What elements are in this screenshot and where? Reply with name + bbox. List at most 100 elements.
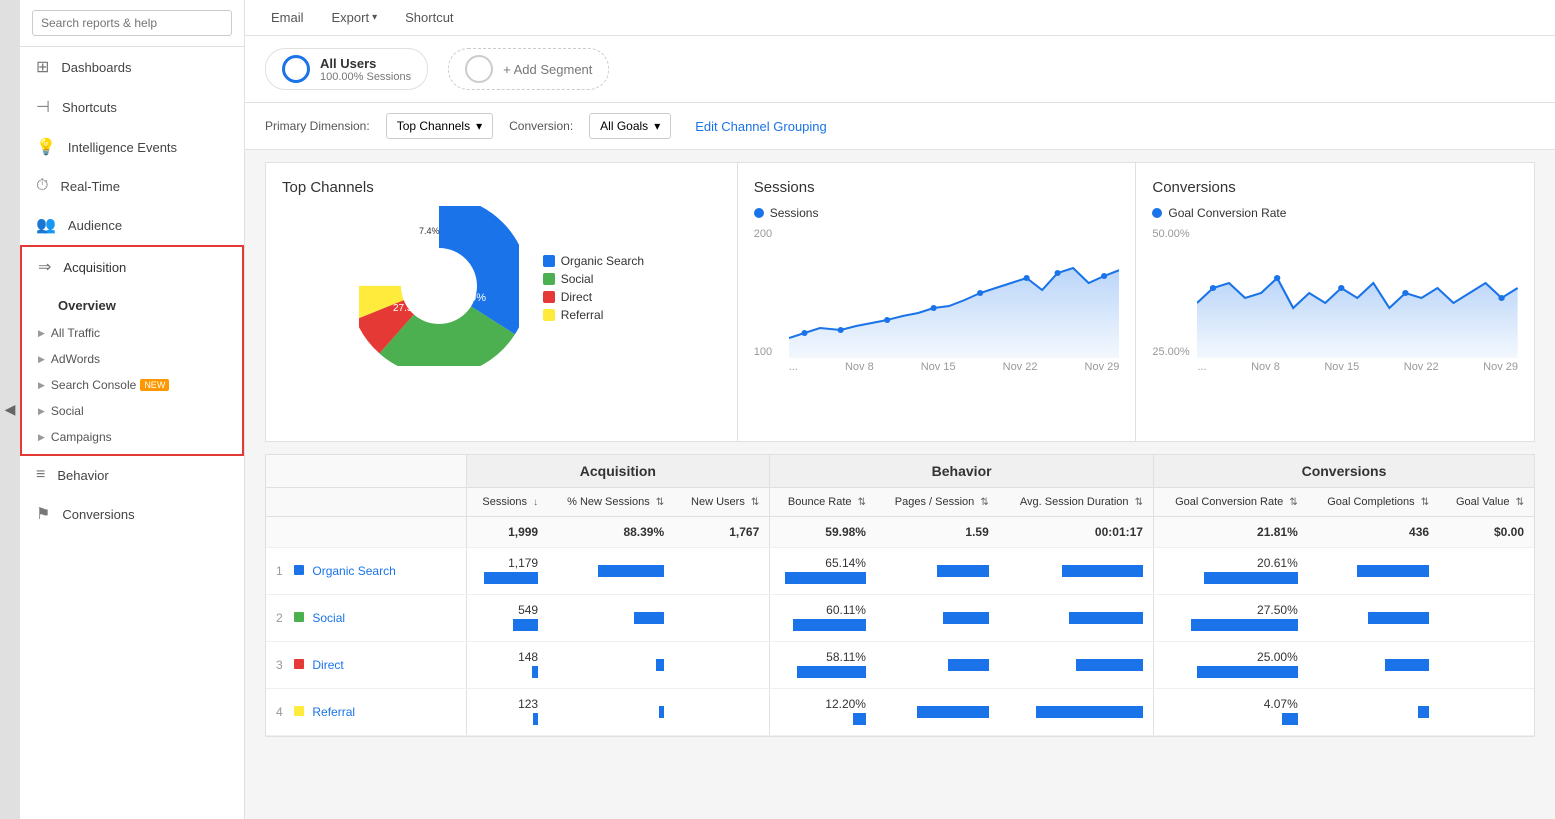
shortcut-button[interactable]: Shortcut	[399, 6, 459, 29]
sidebar-item-audience[interactable]: 👥 Audience	[20, 205, 244, 245]
legend-label-organic: Organic Search	[561, 254, 644, 268]
goal-value-val-2	[1439, 595, 1534, 642]
email-button[interactable]: Email	[265, 6, 310, 29]
sidebar-item-behavior[interactable]: ≡ Behavior	[20, 456, 244, 494]
channel-cell-4: 4 Referral	[266, 689, 466, 736]
channel-link-direct[interactable]: Direct	[312, 658, 343, 672]
sessions-header[interactable]: Sessions ↓	[466, 488, 548, 517]
goal-value-header[interactable]: Goal Value ⇅	[1439, 488, 1534, 517]
conversions-group-header: Conversions	[1153, 455, 1534, 488]
segment-info: All Users 100.00% Sessions	[320, 56, 411, 83]
sessions-val-1: 1,179	[466, 548, 548, 595]
goal-completions-header[interactable]: Goal Completions ⇅	[1308, 488, 1439, 517]
sidebar-item-intelligence[interactable]: 💡 Intelligence Events	[20, 127, 244, 167]
channel-link-social[interactable]: Social	[312, 611, 345, 625]
all-goals-dropdown[interactable]: All Goals ▾	[589, 113, 671, 139]
color-square-social	[294, 612, 304, 622]
segment-circle	[282, 55, 310, 83]
dashboards-icon: ⊞	[36, 57, 49, 77]
sidebar-item-acquisition[interactable]: ⇒ Acquisition	[22, 247, 242, 287]
conversion-label: Conversion:	[509, 119, 573, 133]
pages-session-header[interactable]: Pages / Session ⇅	[876, 488, 999, 517]
sidebar-sub-overview[interactable]: Overview	[22, 291, 242, 320]
legend-referral: Referral	[543, 308, 644, 322]
goal-conv-val-1: 20.61%	[1153, 548, 1307, 595]
search-container	[20, 0, 244, 47]
sidebar-sub-social[interactable]: ▶ Social	[22, 398, 242, 424]
table-row: 3 Direct 148 58.11%	[266, 642, 1534, 689]
intelligence-icon: 💡	[36, 137, 56, 157]
legend-social: Social	[543, 272, 644, 286]
channel-col-header	[266, 455, 466, 488]
sidebar-item-realtime[interactable]: ⏱ Real-Time	[20, 167, 244, 205]
audience-icon: 👥	[36, 215, 56, 235]
segment-sub: 100.00% Sessions	[320, 71, 411, 83]
sidebar: ⊞ Dashboards ⊣ Shortcuts 💡 Intelligence …	[20, 0, 245, 819]
sidebar-sub-searchconsole[interactable]: ▶ Search Console NEW	[22, 372, 242, 398]
color-square-direct	[294, 659, 304, 669]
dimension-bar: Primary Dimension: Top Channels ▾ Conver…	[245, 103, 1555, 150]
sessions-val-3: 148	[466, 642, 548, 689]
export-button[interactable]: Export ▾	[326, 6, 384, 29]
legend-dot-direct	[543, 291, 555, 303]
edit-channel-grouping-link[interactable]: Edit Channel Grouping	[695, 119, 827, 134]
table-row: 4 Referral 123 12.20%	[266, 689, 1534, 736]
conversions-chart-title: Conversions	[1152, 179, 1518, 196]
dropdown-arrow-icon: ▾	[654, 119, 660, 133]
triangle-icon: ▶	[38, 328, 45, 339]
goal-completions-val-1	[1308, 548, 1439, 595]
data-table-section: Acquisition Behavior Conversions Session…	[265, 454, 1535, 737]
pct-new-header[interactable]: % New Sessions ⇅	[548, 488, 674, 517]
total-pages-session: 1.59	[876, 517, 999, 548]
channel-link-organic[interactable]: Organic Search	[312, 564, 395, 578]
avg-duration-header[interactable]: Avg. Session Duration ⇅	[999, 488, 1154, 517]
sidebar-sub-adwords[interactable]: ▶ AdWords	[22, 346, 242, 372]
bounce-rate-header[interactable]: Bounce Rate ⇅	[770, 488, 876, 517]
legend-label-social: Social	[561, 272, 594, 286]
goal-value-val-1	[1439, 548, 1534, 595]
y-label-100: 100	[754, 346, 772, 358]
all-users-segment[interactable]: All Users 100.00% Sessions	[265, 48, 428, 90]
avg-duration-val-3	[999, 642, 1154, 689]
sidebar-item-conversions[interactable]: ⚑ Conversions	[20, 494, 244, 534]
sidebar-item-shortcuts[interactable]: ⊣ Shortcuts	[20, 87, 244, 127]
sidebar-sub-alltraffic[interactable]: ▶ All Traffic	[22, 320, 242, 346]
sidebar-item-dashboards[interactable]: ⊞ Dashboards	[20, 47, 244, 87]
top-channels-dropdown[interactable]: Top Channels ▾	[386, 113, 493, 139]
sessions-svg-container: 200 100	[754, 228, 1120, 378]
export-arrow-icon: ▾	[372, 12, 377, 23]
pct-new-val-1	[548, 548, 674, 595]
acquisition-group-header: Acquisition	[466, 455, 770, 488]
table-group-header-row: Acquisition Behavior Conversions	[266, 455, 1534, 488]
sessions-legend-label: Sessions	[770, 206, 819, 220]
new-users-header[interactable]: New Users ⇅	[674, 488, 770, 517]
search-input[interactable]	[32, 10, 232, 36]
goal-conv-rate-header[interactable]: Goal Conversion Rate ⇅	[1153, 488, 1307, 517]
new-users-val-2	[674, 595, 770, 642]
channel-link-referral[interactable]: Referral	[312, 705, 355, 719]
legend-dot-social	[543, 273, 555, 285]
top-channels-chart: Top Channels	[265, 162, 738, 442]
sidebar-collapse-btn[interactable]: ◀	[0, 0, 20, 819]
goal-value-val-4	[1439, 689, 1534, 736]
sessions-line-svg	[789, 228, 1120, 358]
conversions-icon: ⚑	[36, 504, 50, 524]
new-badge: NEW	[140, 379, 169, 391]
legend-dot-organic	[543, 255, 555, 267]
pages-session-val-1	[876, 548, 999, 595]
top-toolbar: Email Export ▾ Shortcut	[245, 0, 1555, 36]
sort-icon: ⇅	[1289, 497, 1297, 508]
table-row: 1 Organic Search 1,179 6	[266, 548, 1534, 595]
pages-session-val-4	[876, 689, 999, 736]
channel-cell-3: 3 Direct	[266, 642, 466, 689]
total-goal-completions: 436	[1308, 517, 1439, 548]
sidebar-sub-campaigns[interactable]: ▶ Campaigns	[22, 424, 242, 450]
sessions-x-axis: ... Nov 8 Nov 15 Nov 22 Nov 29	[789, 361, 1120, 373]
avg-duration-val-4	[999, 689, 1154, 736]
sessions-chart: Sessions Sessions 200 100	[738, 162, 1137, 442]
y-label-50pct: 50.00%	[1152, 228, 1189, 240]
pct-new-val-2	[548, 595, 674, 642]
svg-text:7.4%: 7.4%	[419, 226, 440, 236]
bounce-rate-val-2: 60.11%	[770, 595, 876, 642]
add-segment-button[interactable]: + Add Segment	[448, 48, 609, 90]
